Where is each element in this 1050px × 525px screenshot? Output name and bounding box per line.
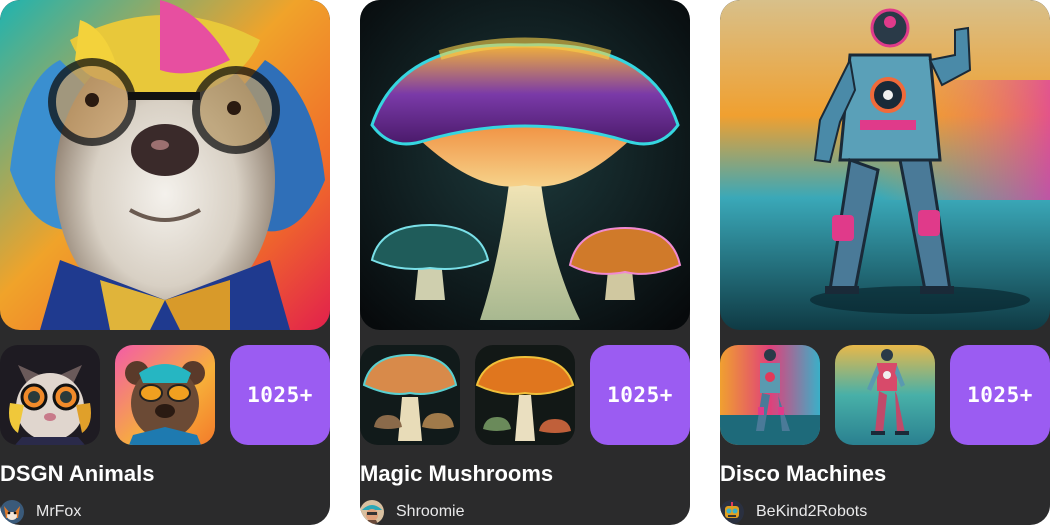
collection-hero-image[interactable] [0, 0, 330, 330]
collection-author[interactable]: BeKind2Robots [720, 499, 867, 525]
collection-item-count[interactable]: 1025+ [950, 345, 1050, 445]
mushroom-cluster-image [360, 345, 460, 445]
author-avatar [720, 500, 744, 524]
robot-standing-image [835, 345, 935, 445]
author-name: BeKind2Robots [756, 503, 868, 520]
mushroom-cluster-orange-image [475, 345, 575, 445]
glowing-mushroom-image [360, 0, 690, 330]
bear-with-sunglasses-image [115, 345, 215, 445]
author-name: Shroomie [396, 503, 465, 520]
collection-title[interactable]: DSGN Animals [0, 461, 154, 487]
collection-item-count[interactable]: 1025+ [590, 345, 690, 445]
collection-thumbnail-2[interactable] [475, 345, 575, 445]
author-name: MrFox [36, 503, 82, 520]
collection-hero-image[interactable] [720, 0, 1050, 330]
collection-title[interactable]: Magic Mushrooms [360, 461, 553, 487]
collection-hero-image[interactable] [360, 0, 690, 330]
collection-thumbnail-2[interactable] [115, 345, 215, 445]
collection-title[interactable]: Disco Machines [720, 461, 886, 487]
author-avatar [0, 500, 24, 524]
collection-thumbnail-1[interactable] [0, 345, 100, 445]
collection-item-count[interactable]: 1025+ [230, 345, 330, 445]
robot-walking-image [720, 345, 820, 445]
collection-card-dsgn-animals[interactable]: 1025+ DSGN Animals MrFox [0, 0, 330, 525]
shroomie-avatar-image [360, 500, 384, 524]
author-avatar [360, 500, 384, 524]
fox-avatar-image [0, 500, 24, 524]
collection-thumbnail-1[interactable] [360, 345, 460, 445]
robot-avatar-image [720, 500, 744, 524]
cat-with-goggles-image [0, 345, 100, 445]
collection-card-disco-machines[interactable]: 1025+ Disco Machines BeKind2Robots [720, 0, 1050, 525]
collection-thumbnail-2[interactable] [835, 345, 935, 445]
neon-robot-astronaut-image [720, 0, 1050, 330]
collection-author[interactable]: Shroomie [360, 499, 464, 525]
collection-author[interactable]: MrFox [0, 499, 81, 525]
collection-thumbnail-1[interactable] [720, 345, 820, 445]
collection-card-magic-mushrooms[interactable]: 1025+ Magic Mushrooms Shroomie [360, 0, 690, 525]
colorful-dog-image [0, 0, 330, 330]
